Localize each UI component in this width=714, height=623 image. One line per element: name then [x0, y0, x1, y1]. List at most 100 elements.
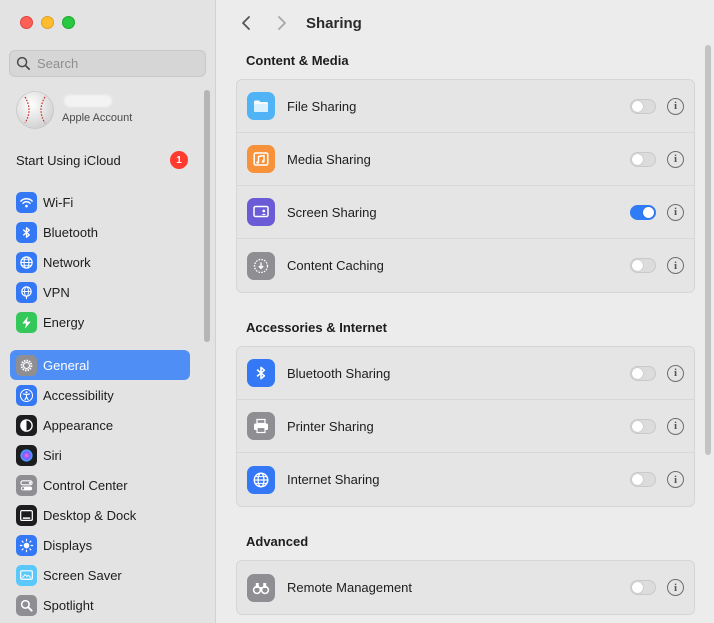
dock-icon	[16, 504, 37, 526]
sidebar: Apple Account Start Using iCloud 1 Wi-Fi…	[0, 0, 216, 623]
settings-window: Apple Account Start Using iCloud 1 Wi-Fi…	[0, 0, 714, 623]
sidebar-item-control-center[interactable]: Control Center	[10, 470, 190, 500]
row-printer-sharing: Printer Sharing i	[237, 400, 694, 453]
row-bluetooth-sharing: Bluetooth Sharing i	[237, 347, 694, 400]
remote-management-toggle[interactable]	[630, 580, 656, 595]
content-caching-toggle[interactable]	[630, 258, 656, 273]
info-icon[interactable]: i	[667, 471, 684, 488]
magnifier-icon	[16, 594, 37, 616]
info-icon[interactable]: i	[667, 257, 684, 274]
section-title: Content & Media	[246, 53, 349, 68]
row-label: Content Caching	[287, 258, 384, 273]
sidebar-item-general[interactable]: General	[10, 350, 190, 380]
sidebar-item-label: Bluetooth	[43, 224, 98, 240]
sidebar-item-label: Wi-Fi	[43, 194, 74, 210]
sidebar-item-label: Appearance	[43, 417, 114, 433]
settings-group: File Sharing i Media Sharing i Screen Sharin…	[236, 79, 695, 293]
siri-icon	[16, 444, 37, 466]
row-media-sharing: Media Sharing i	[237, 133, 694, 186]
sidebar-item-screen-saver[interactable]: Screen Saver	[10, 560, 190, 590]
folder-icon	[247, 92, 275, 120]
file-sharing-toggle[interactable]	[630, 98, 656, 114]
search-field[interactable]	[9, 50, 206, 77]
chevron-right-icon	[278, 16, 286, 30]
sidebar-item-label: Desktop & Dock	[43, 507, 137, 523]
bolt-icon	[16, 311, 37, 333]
minimize-button[interactable]	[41, 16, 54, 29]
sidebar-item-appearance[interactable]: Appearance	[10, 410, 190, 440]
zoom-button[interactable]	[62, 16, 75, 29]
toggle-knob	[632, 260, 643, 271]
screen-share-icon	[247, 198, 275, 226]
vpn-globe-icon	[16, 281, 37, 303]
row-label: Printer Sharing	[287, 418, 374, 434]
apple-account[interactable]: Apple Account	[16, 91, 192, 129]
info-icon[interactable]: i	[667, 364, 684, 382]
row-label: Media Sharing	[287, 151, 371, 167]
sidebar-item-label: VPN	[43, 284, 70, 300]
account-name-redacted	[64, 95, 112, 107]
forward-button[interactable]	[272, 11, 292, 35]
sun-icon	[16, 534, 37, 556]
row-label: Bluetooth Sharing	[287, 365, 391, 381]
search-input[interactable]	[37, 56, 187, 71]
row-file-sharing: File Sharing i	[237, 80, 694, 133]
sidebar-group-system: General Accessibility Appearance Siri Contro…	[10, 350, 190, 620]
bluetooth-sharing-toggle[interactable]	[630, 365, 656, 381]
row-label: File Sharing	[287, 98, 357, 114]
sidebar-item-accessibility[interactable]: Accessibility	[10, 380, 190, 410]
row-content-caching: Content Caching i	[237, 239, 694, 292]
appearance-icon	[16, 414, 37, 436]
settings-group: Remote Management i	[236, 560, 695, 615]
sidebar-item-bluetooth[interactable]: Bluetooth	[10, 217, 190, 247]
sidebar-item-wifi[interactable]: Wi-Fi	[10, 187, 190, 217]
gear-icon	[16, 354, 37, 376]
toolbar: Sharing	[216, 10, 714, 36]
settings-group: Bluetooth Sharing i Printer Sharing i Intern…	[236, 346, 695, 507]
screen-sharing-toggle[interactable]	[630, 204, 656, 220]
toggle-knob	[632, 367, 643, 379]
main-pane: Sharing Content & Media File Sharing i Medi…	[216, 0, 714, 623]
window-controls	[20, 16, 75, 29]
sidebar-item-label: Siri	[43, 447, 62, 463]
sidebar-item-desktop-dock[interactable]: Desktop & Dock	[10, 500, 190, 530]
main-scrollbar[interactable]	[705, 45, 711, 455]
sidebar-item-label: Accessibility	[43, 387, 114, 403]
accessibility-icon	[16, 384, 37, 406]
internet-sharing-toggle[interactable]	[630, 472, 656, 487]
sidebar-item-siri[interactable]: Siri	[10, 440, 190, 470]
media-sharing-toggle[interactable]	[630, 151, 656, 167]
row-label: Internet Sharing	[287, 472, 380, 487]
start-icloud-item[interactable]: Start Using iCloud 1	[16, 150, 188, 170]
back-button[interactable]	[236, 11, 256, 35]
toggle-knob	[632, 420, 643, 432]
sidebar-item-label: Control Center	[43, 477, 128, 493]
sidebar-item-displays[interactable]: Displays	[10, 530, 190, 560]
info-icon[interactable]: i	[667, 203, 684, 221]
info-icon[interactable]: i	[667, 417, 684, 435]
toggle-knob	[632, 153, 643, 165]
sidebar-item-energy[interactable]: Energy	[10, 307, 190, 337]
toggle-knob	[632, 582, 643, 593]
info-icon[interactable]: i	[667, 150, 684, 168]
sidebar-item-label: Energy	[43, 314, 85, 330]
info-icon[interactable]: i	[667, 579, 684, 596]
account-subtitle: Apple Account	[62, 112, 133, 124]
binoculars-icon	[247, 573, 275, 602]
switches-icon	[16, 474, 37, 496]
printer-icon	[247, 412, 275, 440]
toggle-knob	[643, 206, 654, 218]
sidebar-item-network[interactable]: Network	[10, 247, 190, 277]
wifi-icon	[16, 191, 37, 213]
row-remote-management: Remote Management i	[237, 561, 694, 614]
globe-icon	[16, 251, 37, 273]
sidebar-item-label: Network	[43, 254, 91, 270]
sidebar-scrollbar[interactable]	[204, 90, 210, 342]
row-screen-sharing: Screen Sharing i	[237, 186, 694, 239]
printer-sharing-toggle[interactable]	[630, 418, 656, 434]
sidebar-item-vpn[interactable]: VPN	[10, 277, 190, 307]
chevron-left-icon	[242, 16, 250, 30]
sidebar-item-spotlight[interactable]: Spotlight	[10, 590, 190, 620]
info-icon[interactable]: i	[667, 97, 684, 115]
close-button[interactable]	[20, 16, 33, 29]
